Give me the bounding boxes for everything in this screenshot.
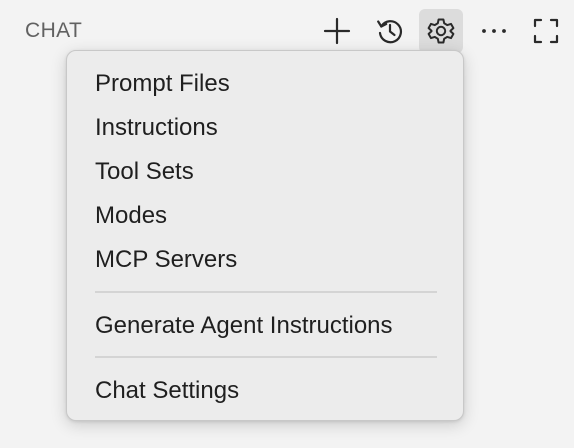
gear-icon — [427, 18, 455, 44]
menu-item-modes[interactable]: Modes — [95, 201, 167, 231]
settings-dropdown-menu: Prompt Files Instructions Tool Sets Mode… — [66, 50, 464, 421]
new-chat-button[interactable] — [315, 9, 359, 53]
ellipsis-icon — [482, 29, 506, 33]
menu-item-generate-agent-instructions[interactable]: Generate Agent Instructions — [95, 311, 393, 341]
history-icon — [377, 20, 402, 44]
menu-separator — [95, 291, 437, 293]
maximize-icon — [533, 18, 559, 44]
history-button[interactable] — [368, 9, 412, 53]
panel-title: CHAT — [25, 19, 83, 42]
menu-item-prompt-files[interactable]: Prompt Files — [95, 69, 230, 99]
menu-item-tool-sets[interactable]: Tool Sets — [95, 157, 194, 187]
menu-item-instructions[interactable]: Instructions — [95, 113, 218, 143]
plus-icon — [323, 17, 351, 45]
maximize-button[interactable] — [524, 9, 568, 53]
menu-item-chat-settings[interactable]: Chat Settings — [95, 376, 239, 406]
menu-separator — [95, 356, 437, 358]
menu-item-mcp-servers[interactable]: MCP Servers — [95, 245, 237, 275]
more-actions-button[interactable] — [472, 9, 516, 53]
settings-button[interactable] — [419, 9, 463, 53]
